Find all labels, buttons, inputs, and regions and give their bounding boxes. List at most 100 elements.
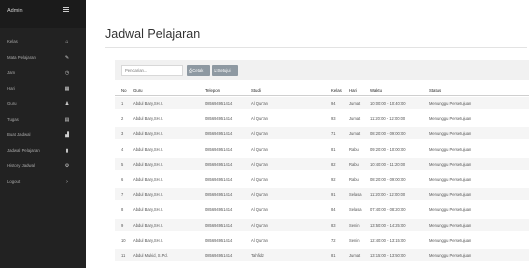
table-cell: 5 xyxy=(121,161,124,167)
table-cell: Menunggu Persetujuan xyxy=(429,116,472,122)
column-header: No xyxy=(121,88,127,93)
table-cell: 10:40:00 - 11:20:00 xyxy=(370,161,406,167)
table-cell: 93 xyxy=(331,116,336,122)
title-divider xyxy=(105,47,527,48)
sidebar-item[interactable]: Kelas ⌂ xyxy=(0,36,86,48)
column-header: Telepon xyxy=(205,88,221,93)
sidebar-item[interactable]: Logout › xyxy=(0,176,86,188)
column-header: Guru xyxy=(133,88,143,93)
table-cell: Abdul Bary,SH.I. xyxy=(133,161,163,167)
table-cell: 83 xyxy=(331,222,336,228)
approve-button[interactable]: ☑Setujui xyxy=(212,65,238,76)
table-cell: Menunggu Persetujuan xyxy=(429,207,472,213)
table-cell: 81 xyxy=(331,253,336,258)
table-cell: 13:15:00 - 13:50:00 xyxy=(370,253,406,258)
table-cell: Jumat xyxy=(349,131,361,137)
sidebar-item-label: Hari xyxy=(7,85,15,91)
pin-icon: ✎ xyxy=(64,54,70,61)
table-cell: Al Qur'an xyxy=(251,101,268,106)
table-cell: Tahfidz xyxy=(251,253,264,258)
table-cell: 07:40:00 - 08:20:00 xyxy=(370,207,406,213)
table-header-row: No Guru Telepon Studi Kelas Hari Waktu Status xyxy=(115,84,529,96)
table-cell: 08:20:00 - 09:00:00 xyxy=(370,131,406,137)
menu-toggle-icon[interactable] xyxy=(63,7,69,12)
table-row[interactable]: 5 Abdul Bary,SH.I. 085694951414 Al Qur'an 82… xyxy=(115,157,529,170)
table-cell: 085694951414 xyxy=(205,192,233,198)
table-cell: Menunggu Persetujuan xyxy=(429,161,472,167)
print-button[interactable]: ⎙Cetak xyxy=(187,65,210,76)
table-cell: Al Qur'an xyxy=(251,177,268,182)
table-cell: 085694951414 xyxy=(205,237,233,243)
table-cell: 9 xyxy=(121,222,124,228)
table-cell: Abdul Bary,SH.I. xyxy=(133,131,163,137)
table-cell: 82 xyxy=(331,161,336,167)
table-cell: Senin xyxy=(349,222,360,228)
table-cell: Abdul Bary,SH.I. xyxy=(133,237,163,243)
main-content: Jadwal Pelajaran ⎙Cetak ☑Setujui No Guru T… xyxy=(86,0,529,268)
table-cell: Al Qur'an xyxy=(251,146,268,152)
table-cell: 085694951414 xyxy=(205,131,233,137)
table-cell: 10:00:00 - 10:40:00 xyxy=(370,101,406,106)
table-cell: Al Qur'an xyxy=(251,222,268,228)
table-cell: Menunggu Persetujuan xyxy=(429,177,472,182)
sidebar-item[interactable]: Jam ◷ xyxy=(0,67,86,79)
table-cell: Abdul Bary,SH.I. xyxy=(133,192,163,198)
search-input[interactable] xyxy=(121,65,183,76)
table-row[interactable]: 12Abdul Mukid, S.Pd.085694951414Tahfidz7… xyxy=(115,264,529,268)
app-title: Admin xyxy=(7,8,23,14)
sidebar-item-label: Jam xyxy=(7,70,16,75)
table-row[interactable]: 6 Abdul Bary,SH.I. 085694951414 Al Qur'an 92… xyxy=(115,173,529,185)
table-row[interactable]: 1 Abdul Bary,SH.I. 085694951414 Al Qur'an 94… xyxy=(115,97,529,109)
sidebar-item[interactable]: Guru ♟ xyxy=(0,98,86,110)
table-cell: Menunggu Persetujuan xyxy=(429,131,472,137)
table-row[interactable]: 10 Abdul Bary,SH.I. 085694951414 Al Qur'an 7… xyxy=(115,234,529,246)
column-header: Hari xyxy=(349,88,357,93)
table-row[interactable]: 11 Abdul Mukid, S.Pd. 085694951414 Tahfidz 8… xyxy=(115,249,529,261)
sidebar-item[interactable]: History Jadwal ⚙ xyxy=(0,160,86,172)
table-cell: 085694951414 xyxy=(205,222,233,228)
table-cell: 085694951414 xyxy=(205,161,233,167)
table-cell: 94 xyxy=(331,101,336,106)
table-row[interactable]: 8 Abdul Bary,SH.I. 085694951414 Al Qur'an 84… xyxy=(115,203,529,215)
sidebar-item-label: Jadwal Pelajaran xyxy=(7,147,40,153)
building-icon: ▟ xyxy=(65,132,69,138)
column-header: Kelas xyxy=(331,88,342,93)
table-cell: Abdul Mukid, S.Pd. xyxy=(133,253,168,258)
table-cell: Al Qur'an xyxy=(251,161,268,167)
gear-icon: ⚙ xyxy=(64,163,70,169)
table-cell: 08:20:00 - 09:00:00 xyxy=(370,177,406,182)
table-cell: Abdul Bary,SH.I. xyxy=(133,146,163,152)
table-row[interactable]: 4 Abdul Bary,SH.I. 085694951414 Al Qur'an 81… xyxy=(115,143,529,155)
table-cell: Menunggu Persetujuan xyxy=(429,192,472,198)
table-cell: 13:50:00 - 14:25:00 xyxy=(370,222,406,228)
table-cell: Abdul Bary,SH.I. xyxy=(133,116,163,122)
list-icon: ▤ xyxy=(64,116,70,123)
sidebar-item[interactable]: Buat Jadwal ▟ xyxy=(0,129,86,141)
table-cell: 10 xyxy=(121,237,126,243)
sidebar-item[interactable]: Jadwal Pelajaran ▮ xyxy=(0,145,86,157)
sidebar-item[interactable]: Tugas ▤ xyxy=(0,114,86,126)
sidebar-item-label: Buat Jadwal xyxy=(7,132,31,137)
table-cell: 7 xyxy=(121,192,124,198)
table-row[interactable]: 2 Abdul Bary,SH.I. 085694951414 Al Qur'an 93… xyxy=(115,112,529,124)
table-row[interactable]: 9 Abdul Bary,SH.I. 085694951414 Al Qur'an 83… xyxy=(115,218,529,231)
home-icon: ⌂ xyxy=(65,39,69,45)
table-cell: 12:40:00 - 13:15:00 xyxy=(370,237,406,243)
sidebar-item[interactable]: Mata Pelajaran ✎ xyxy=(0,52,86,64)
table-cell: 11 xyxy=(121,253,126,258)
sidebar-header: Admin xyxy=(0,0,86,28)
table-cell: Jumat xyxy=(349,101,361,106)
table-cell: Al Qur'an xyxy=(251,237,268,243)
table-cell: Selasa xyxy=(349,207,362,213)
chevron-right-icon: › xyxy=(66,178,68,185)
table-cell: Rabu xyxy=(349,177,359,182)
table-row[interactable]: 3 Abdul Bary,SH.I. 085694951414 Al Qur'an 71… xyxy=(115,127,529,140)
sidebar-item[interactable]: Hari ▦ xyxy=(0,83,86,95)
table-cell: Al Qur'an xyxy=(251,116,268,122)
table-row[interactable]: 7 Abdul Bary,SH.I. 085694951414 Al Qur'an 91… xyxy=(115,188,529,201)
table-cell: 4 xyxy=(121,146,124,152)
table-cell: 3 xyxy=(121,131,124,137)
table-cell: Abdul Bary,SH.I. xyxy=(133,207,163,213)
table-cell: Abdul Bary,SH.I. xyxy=(133,101,163,106)
print-button-label: Cetak xyxy=(192,68,204,73)
